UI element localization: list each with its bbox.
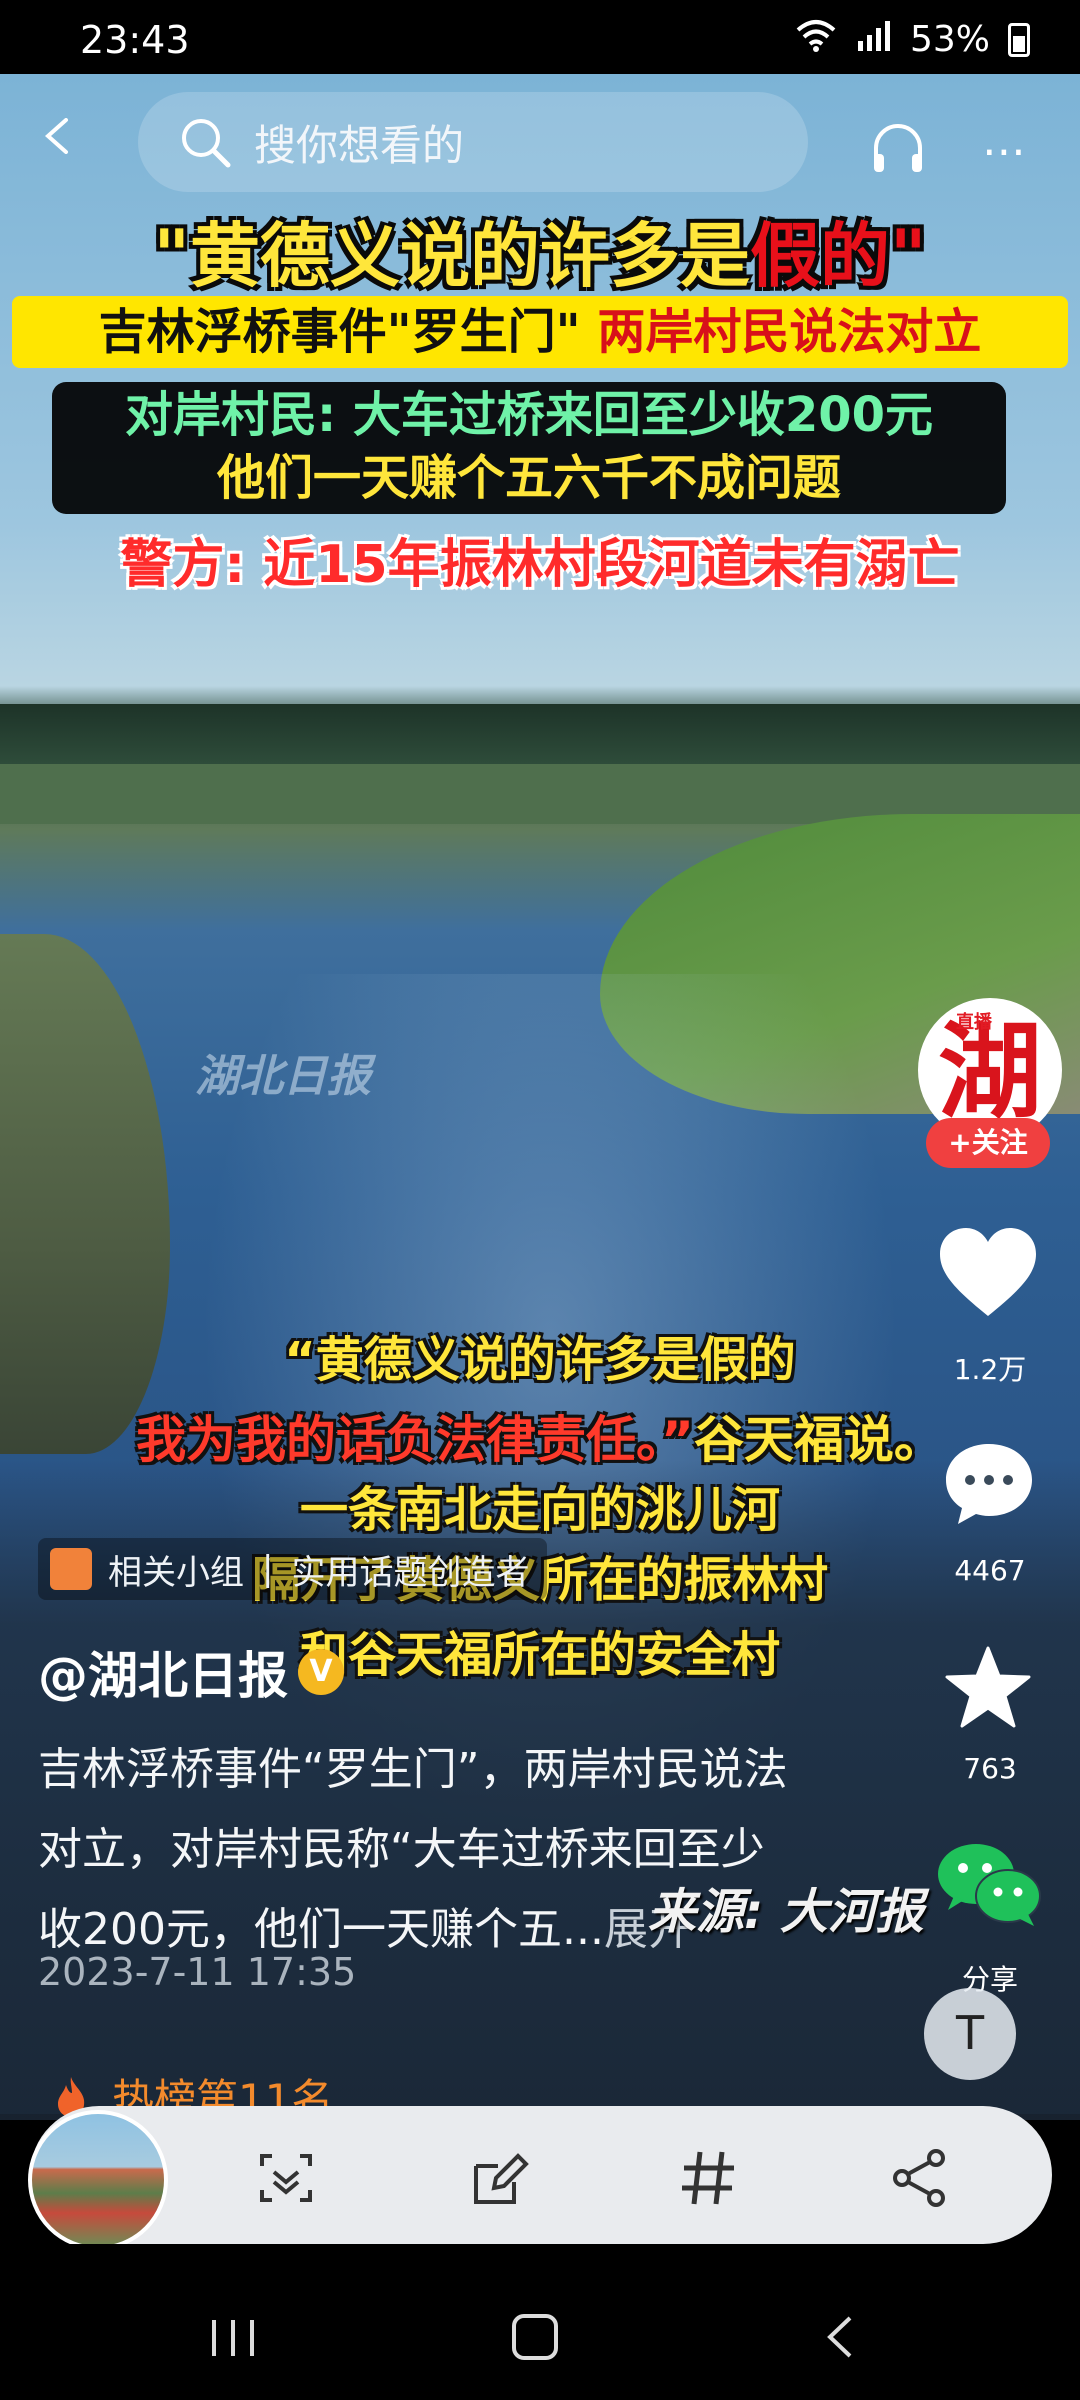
home-icon[interactable] (512, 2314, 558, 2360)
status-icons: 53% (794, 18, 1030, 61)
comment-count: 4467 (954, 1554, 1026, 1587)
post-date: 2023-7-11 17:35 (38, 1950, 357, 1994)
group-icon (50, 1548, 92, 1590)
scan-icon[interactable] (254, 2146, 318, 2210)
author-name[interactable]: @湖北日报 V (38, 1636, 344, 1708)
back-icon[interactable] (40, 118, 76, 154)
video-caption-banner: 吉林浮桥事件"罗生门" 两岸村民说法对立 (12, 296, 1068, 368)
status-time: 23:43 (80, 18, 190, 62)
video-caption-quote-2: 他们一天赚个五六千不成问题 (216, 450, 841, 506)
edit-icon[interactable] (468, 2146, 532, 2210)
video-caption-quote-box: 对岸村民: 大车过桥来回至少收200元 他们一天赚个五六千不成问题 (52, 382, 1006, 514)
video-subtitle-3: 一条南北走向的洮儿河 (299, 1482, 780, 1538)
like-heart-icon[interactable] (936, 1224, 1040, 1320)
live-badge: 直播 (956, 1012, 992, 1033)
signal-icon (856, 19, 892, 60)
related-topic-label: 实用话题创造者 (291, 1552, 530, 1593)
content-thumbnail[interactable] (28, 2110, 168, 2250)
text-size-icon[interactable]: T (924, 1988, 1016, 2080)
hashtag-icon[interactable] (676, 2146, 740, 2210)
video-caption-headline: "黄德义说的许多是假的" (153, 215, 927, 297)
video-caption-quote-1: 对岸村民: 大车过桥来回至少收200元 (124, 387, 934, 443)
battery-percent: 53% (909, 19, 990, 60)
favorite-count: 763 (963, 1752, 1017, 1785)
recent-apps-icon[interactable] (208, 2318, 258, 2358)
video-source-caption: 来源: 大河报 (648, 1884, 924, 1940)
favorite-star-icon[interactable] (944, 1644, 1032, 1732)
wifi-icon (794, 18, 838, 61)
related-group-tag[interactable]: 相关小组 | 实用话题创造者 (38, 1538, 548, 1600)
search-icon (182, 119, 231, 168)
search-placeholder: 搜你想看的 (254, 120, 465, 170)
wechat-share-icon[interactable] (934, 1838, 1044, 1928)
follow-button[interactable]: +关注 (926, 1118, 1050, 1168)
video-subtitle-2: 我为我的话负法律责任。”谷天福说。 (136, 1411, 944, 1469)
headphones-icon[interactable] (870, 120, 926, 176)
more-options-icon[interactable]: ⋯ (982, 126, 1032, 177)
related-group-label: 相关小组 (108, 1552, 244, 1593)
related-separator: | (262, 1549, 274, 1589)
video-subtitle-1: “黄德义说的许多是假的 (284, 1332, 796, 1388)
video-treeline (0, 704, 1080, 764)
battery-icon (1008, 22, 1030, 57)
video-caption-police: 警方: 近15年振林村段河道未有溺亡 (120, 535, 960, 595)
share-icon[interactable] (888, 2146, 952, 2210)
search-input[interactable]: 搜你想看的 (138, 92, 808, 192)
comment-icon[interactable] (942, 1440, 1036, 1528)
nav-back-icon[interactable] (820, 2314, 860, 2360)
like-count: 1.2万 (953, 1353, 1027, 1386)
video-watermark: 湖北日报 (195, 1051, 371, 1102)
status-bar: 23:43 53% (0, 0, 1080, 74)
verified-badge-icon: V (298, 1649, 344, 1695)
